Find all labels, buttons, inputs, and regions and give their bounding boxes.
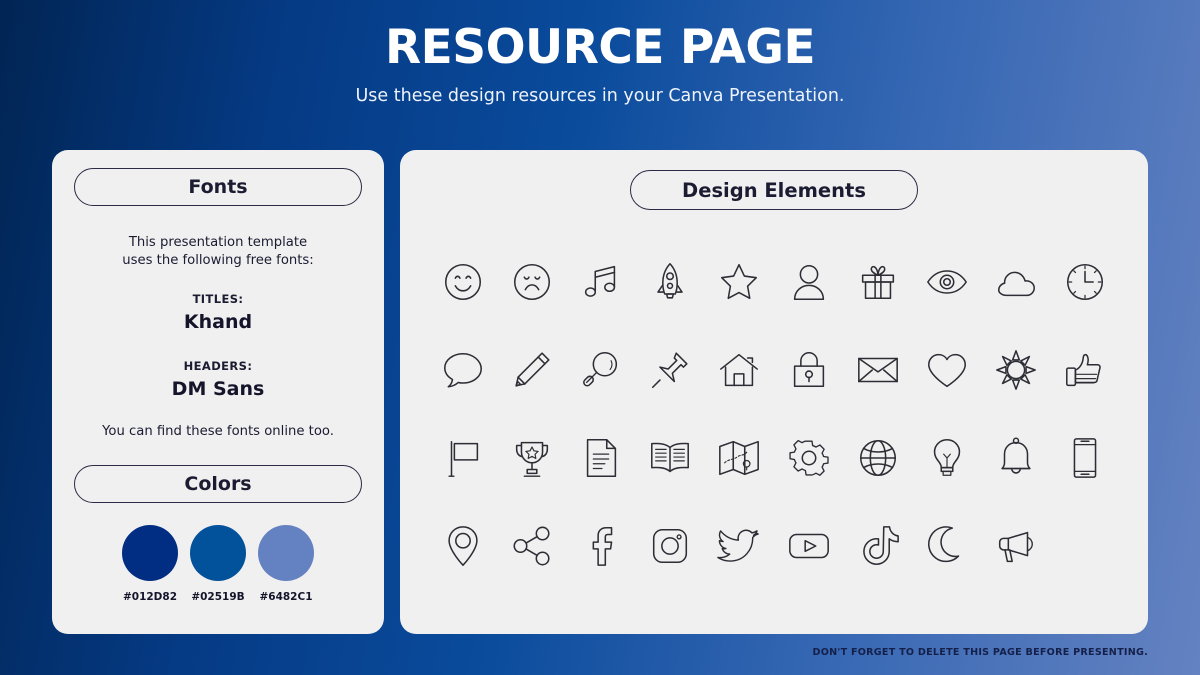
color-swatch-hex: #02519B — [191, 590, 245, 603]
headers-font-group: HEADERS: DM Sans — [172, 359, 265, 400]
map-icon[interactable] — [711, 430, 767, 486]
trophy-icon[interactable] — [504, 430, 560, 486]
flag-icon[interactable] — [435, 430, 491, 486]
fonts-outro-text: You can find these fonts online too. — [102, 423, 334, 439]
pencil-icon[interactable] — [504, 342, 560, 398]
colors-section: Colors #012D82 #02519B #6482C1 — [74, 464, 362, 603]
smiley-face-icon[interactable] — [435, 254, 491, 310]
sad-face-icon[interactable] — [504, 254, 560, 310]
book-icon[interactable] — [642, 430, 698, 486]
gear-icon[interactable] — [781, 430, 837, 486]
music-note-icon[interactable] — [573, 254, 629, 310]
bell-icon[interactable] — [988, 430, 1044, 486]
fonts-intro-line-2: uses the following free fonts: — [122, 252, 314, 268]
instagram-icon[interactable] — [642, 518, 698, 574]
page-header: RESOURCE PAGE Use these design resources… — [0, 0, 1200, 106]
share-icon[interactable] — [504, 518, 560, 574]
youtube-icon[interactable] — [781, 518, 837, 574]
facebook-icon[interactable] — [573, 518, 629, 574]
tiktok-icon[interactable] — [850, 518, 906, 574]
star-icon[interactable] — [711, 254, 767, 310]
fonts-intro-line-1: This presentation template — [128, 235, 308, 250]
color-swatch-hex: #6482C1 — [259, 590, 313, 603]
thumbs-up-icon[interactable] — [1057, 342, 1113, 398]
design-elements-heading-pill[interactable]: Design Elements — [630, 170, 918, 210]
page-title: RESOURCE PAGE — [384, 20, 816, 75]
fonts-card: Fonts This presentation template uses th… — [52, 150, 384, 634]
page-subtitle: Use these design resources in your Canva… — [355, 85, 845, 106]
moon-icon[interactable] — [919, 518, 975, 574]
color-swatch-item[interactable]: #012D82 — [119, 524, 181, 603]
icon-grid — [428, 238, 1120, 590]
sun-icon[interactable] — [988, 342, 1044, 398]
design-elements-heading-label: Design Elements — [682, 178, 866, 202]
megaphone-icon[interactable] — [988, 518, 1044, 574]
colors-heading-pill[interactable]: Colors — [74, 464, 362, 503]
location-pin-icon[interactable] — [435, 518, 491, 574]
fonts-heading-label: Fonts — [188, 176, 248, 198]
color-swatch-hex: #012D82 — [122, 590, 178, 603]
globe-icon[interactable] — [850, 430, 906, 486]
footer-note: DON'T FORGET TO DELETE THIS PAGE BEFORE … — [812, 647, 1148, 658]
document-icon[interactable] — [573, 430, 629, 486]
twitter-icon[interactable] — [711, 518, 767, 574]
color-swatch-dot — [190, 524, 246, 581]
smartphone-icon[interactable] — [1057, 430, 1113, 486]
eye-icon[interactable] — [919, 254, 975, 310]
cards-container: Fonts This presentation template uses th… — [52, 150, 1148, 634]
headers-font-value: DM Sans — [171, 377, 265, 400]
design-elements-card: Design Elements — [400, 150, 1148, 634]
titles-font-label: TITLES: — [192, 291, 244, 306]
cloud-icon[interactable] — [988, 254, 1044, 310]
lock-icon[interactable] — [781, 342, 837, 398]
speech-bubble-icon[interactable] — [435, 342, 491, 398]
fonts-heading-pill[interactable]: Fonts — [74, 168, 362, 206]
gift-icon[interactable] — [850, 254, 906, 310]
rocket-icon[interactable] — [642, 254, 698, 310]
magnifier-icon[interactable] — [573, 342, 629, 398]
colors-heading-label: Colors — [184, 472, 252, 495]
house-icon[interactable] — [711, 342, 767, 398]
color-swatch-row: #012D82 #02519B #6482C1 — [119, 524, 317, 603]
envelope-icon[interactable] — [850, 342, 906, 398]
heart-icon[interactable] — [919, 342, 975, 398]
color-swatch-item[interactable]: #6482C1 — [255, 524, 317, 603]
titles-font-group: TITLES: Khand — [184, 292, 252, 333]
clock-icon[interactable] — [1057, 254, 1113, 310]
lightbulb-icon[interactable] — [919, 430, 975, 486]
titles-font-value: Khand — [183, 310, 253, 333]
person-icon[interactable] — [781, 254, 837, 310]
pushpin-icon[interactable] — [642, 342, 698, 398]
color-swatch-item[interactable]: #02519B — [187, 524, 249, 603]
color-swatch-dot — [122, 524, 178, 581]
color-swatch-dot — [258, 524, 314, 581]
fonts-intro-text: This presentation template uses the foll… — [122, 234, 313, 270]
headers-font-label: HEADERS: — [183, 358, 253, 373]
